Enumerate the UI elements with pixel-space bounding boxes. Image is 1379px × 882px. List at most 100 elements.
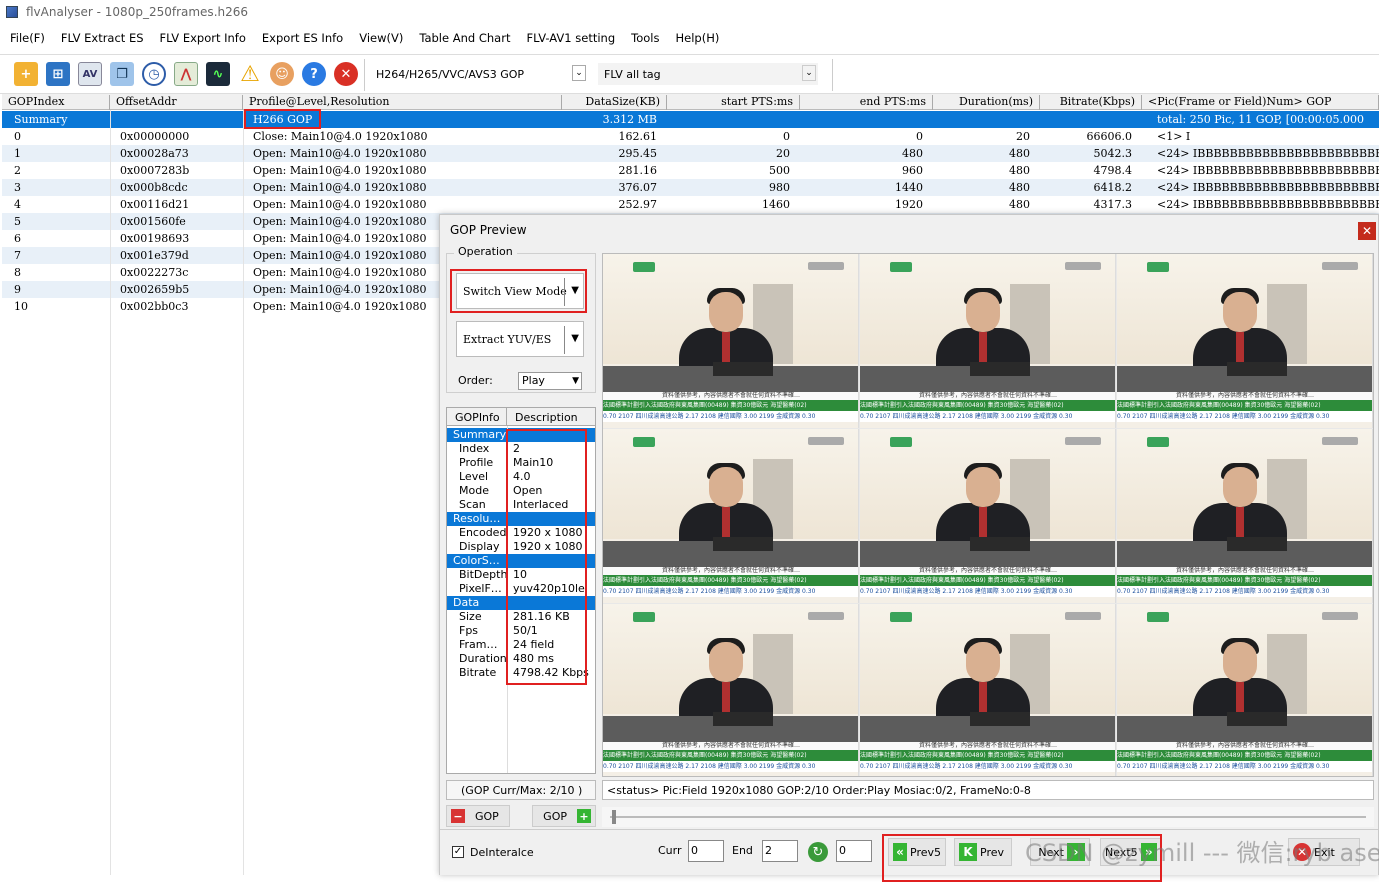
mosaic-preview[interactable]: 資料僅供參考，內容供應者不會就任何資料不準確… 法國標準計劃引入法國政府與東風集團… (602, 253, 1374, 777)
info-row[interactable]: Size 281.16 KB (447, 610, 595, 624)
info-row[interactable]: Fps 50/1 (447, 624, 595, 638)
info-row[interactable]: Profile Main10 (447, 456, 595, 470)
menu-table-and-chart[interactable]: Table And Chart (419, 31, 510, 45)
col-end-pts[interactable]: end PTS:ms (800, 95, 933, 110)
info-value: 4798.42 Kbps (513, 666, 589, 679)
menu-tools[interactable]: Tools (631, 31, 659, 45)
col-datasize[interactable]: DataSize(KB) (562, 95, 667, 110)
table-row[interactable]: 3 0x000b8cdc Open: Main10@4.0 1920x1080 376… (2, 179, 1379, 196)
gopinfo-header[interactable]: GOPInfo (447, 408, 507, 426)
mosaic-frame[interactable]: 資料僅供參考，內容供應者不會就任何資料不準確… 法國標準計劃引入法國政府與東風集團… (603, 429, 859, 603)
menu-flv-av1-setting[interactable]: FLV-AV1 setting (526, 31, 615, 45)
info-row[interactable]: PixelF… yuv420p10le (447, 582, 595, 596)
chevron-down-icon[interactable]: ▼ (572, 373, 579, 389)
info-key: Resolu… (453, 512, 501, 525)
mosaic-frame[interactable]: 資料僅供參考，內容供應者不會就任何資料不準確… 法國標準計劃引入法國政府與東風集團… (1117, 254, 1373, 428)
warning-icon[interactable]: ⚠ (238, 62, 262, 87)
menu-file[interactable]: File(F) (10, 31, 45, 45)
menu-export-es-info[interactable]: Export ES Info (262, 31, 343, 45)
table-cell: 20 (1016, 130, 1030, 143)
user-icon[interactable]: ☺ (270, 62, 294, 86)
chevron-down-icon[interactable]: ⌄ (802, 65, 816, 81)
table-cell: 252.97 (618, 198, 658, 211)
mosaic-frame[interactable]: 資料僅供參考，內容供應者不會就任何資料不準確… 法國標準計劃引入法國政府與東風集團… (603, 604, 859, 776)
mosaic-frame[interactable]: 資料僅供參考，內容供應者不會就任何資料不準確… 法國標準計劃引入法國政府與東風集團… (860, 429, 1116, 603)
col-duration[interactable]: Duration(ms) (933, 95, 1040, 110)
prev-button[interactable]: K Prev (954, 838, 1012, 866)
gop-mode-select[interactable]: H264/H265/VVC/AVS3 GOP ⌄ (370, 63, 588, 85)
mosaic-frame[interactable]: 資料僅供參考，內容供應者不會就任何資料不準確… 法國標準計劃引入法國政府與東風集團… (1117, 604, 1373, 776)
table-row[interactable]: 2 0x0007283b Open: Main10@4.0 1920x1080 281… (2, 162, 1379, 179)
table-row[interactable]: 4 0x00116d21 Open: Main10@4.0 1920x1080 252… (2, 196, 1379, 213)
menu-flv-export-info[interactable]: FLV Export Info (160, 31, 246, 45)
col-start-pts[interactable]: start PTS:ms (667, 95, 800, 110)
col-offsetaddr[interactable]: OffsetAddr (110, 95, 243, 110)
refresh-icon[interactable]: ↻ (808, 842, 828, 862)
slider-thumb[interactable] (612, 810, 616, 824)
col-bitrate[interactable]: Bitrate(Kbps) (1040, 95, 1142, 110)
av-icon[interactable]: AV (78, 62, 102, 86)
table-row[interactable]: 0 0x00000000 Close: Main10@4.0 1920x1080 16… (2, 128, 1379, 145)
info-section-header[interactable]: Data (447, 596, 595, 610)
info-section-header[interactable]: Summary (447, 428, 595, 442)
extract-yuv-es-button[interactable]: Extract YUV/ES ▼ (456, 321, 584, 357)
broadcaster-logo (808, 437, 844, 445)
frame-slider[interactable] (602, 807, 1374, 827)
description-header[interactable]: Description (507, 408, 595, 426)
table-header: GOPIndex OffsetAddr Profile@Level,Resolu… (2, 94, 1379, 110)
help-icon[interactable]: ? (302, 62, 326, 86)
info-section-header[interactable]: Resolu… (447, 512, 595, 526)
close-icon[interactable]: ✕ (1358, 222, 1376, 240)
order-select[interactable]: Play ▼ (518, 372, 582, 390)
mosaic-frame[interactable]: 資料僅供參考，內容供應者不會就任何資料不準確… 法國標準計劃引入法國政府與東風集團… (860, 604, 1116, 776)
info-key: PixelF… (459, 582, 502, 595)
menu-help[interactable]: Help(H) (675, 31, 719, 45)
chart-icon[interactable]: ⋀ (174, 62, 198, 86)
summary-row[interactable]: Summary H266 GOP 3.312 MB total: 250 Pic, 1… (2, 111, 1379, 128)
network-icon[interactable]: ⊞ (46, 62, 70, 86)
switch-view-mode-button[interactable]: Switch View Mode ▼ (456, 273, 584, 309)
menu-view[interactable]: View(V) (359, 31, 403, 45)
waveform-icon[interactable]: ∿ (206, 62, 230, 86)
flv-tag-select[interactable]: FLV all tag ⌄ (598, 63, 818, 85)
info-row[interactable]: Display 1920 x 1080 (447, 540, 595, 554)
info-section-header[interactable]: ColorS… (447, 554, 595, 568)
close-icon[interactable]: ✕ (334, 62, 358, 86)
flv-tag-value: FLV all tag (604, 67, 661, 81)
prev-gop-button[interactable]: − GOP (446, 805, 510, 827)
mosaic-frame[interactable]: 資料僅供參考，內容供應者不會就任何資料不準確… 法國標準計劃引入法國政府與東風集團… (1117, 429, 1373, 603)
info-row[interactable]: Bitrate 4798.42 Kbps (447, 666, 595, 680)
copy-icon[interactable]: ❐ (110, 62, 134, 86)
table-cell: 4 (14, 198, 21, 211)
info-row[interactable]: Index 2 (447, 442, 595, 456)
col-gopindex[interactable]: GOPIndex (2, 95, 110, 110)
dropdown-arrow-icon[interactable]: ▼ (571, 333, 579, 344)
info-row[interactable]: Duration 480 ms (447, 652, 595, 666)
end-input[interactable]: 2 (762, 840, 798, 862)
info-row[interactable]: Level 4.0 (447, 470, 595, 484)
step-input[interactable]: 0 (836, 840, 872, 862)
mosaic-frame[interactable]: 資料僅供參考，內容供應者不會就任何資料不準確… 法國標準計劃引入法國政府與東風集團… (860, 254, 1116, 428)
table-cell: 0 (916, 130, 923, 143)
col-pic-num-gop[interactable]: <Pic(Frame or Field)Num> GOP (1142, 95, 1379, 110)
col-profile-level[interactable]: Profile@Level,Resolution (243, 95, 562, 110)
curr-input[interactable]: 0 (688, 840, 724, 862)
dropdown-arrow-icon[interactable]: ▼ (571, 285, 579, 296)
prev5-button[interactable]: « Prev5 (888, 838, 946, 866)
info-row[interactable]: Mode Open (447, 484, 595, 498)
info-row[interactable]: BitDepth 10 (447, 568, 595, 582)
gop-info-panel: GOPInfo Description Summary Index 2 Profile… (446, 407, 596, 774)
info-row[interactable]: Fram… 24 field (447, 638, 595, 652)
clock-icon[interactable]: ◷ (142, 62, 166, 86)
deinterlace-checkbox[interactable]: ✓ (452, 846, 464, 858)
chevron-down-icon[interactable]: ⌄ (572, 65, 586, 81)
table-cell: 162.61 (618, 130, 658, 143)
open-folder-icon[interactable]: + (14, 62, 38, 86)
info-row[interactable]: Encoded 1920 x 1080 (447, 526, 595, 540)
info-row[interactable]: Scan Interlaced (447, 498, 595, 512)
status-bar: <status> Pic:Field 1920x1080 GOP:2/10 Or… (602, 780, 1374, 800)
mosaic-frame[interactable]: 資料僅供參考，內容供應者不會就任何資料不準確… 法國標準計劃引入法國政府與東風集團… (603, 254, 859, 428)
table-row[interactable]: 1 0x00028a73 Open: Main10@4.0 1920x1080 295… (2, 145, 1379, 162)
menu-flv-extract-es[interactable]: FLV Extract ES (61, 31, 144, 45)
next-gop-button[interactable]: GOP + (532, 805, 596, 827)
